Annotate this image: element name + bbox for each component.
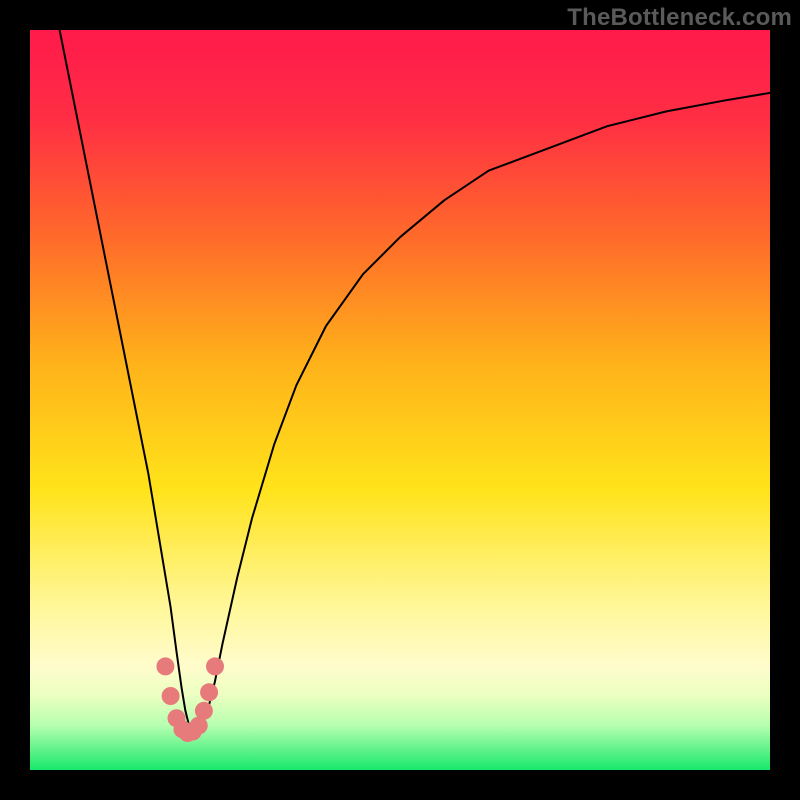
valley-highlight-point [195,702,213,720]
curve-layer [30,30,770,770]
watermark-text: TheBottleneck.com [567,4,792,32]
valley-highlight-point [162,687,180,705]
valley-highlight-point [206,657,224,675]
plot-area [30,30,770,770]
valley-highlight-point [200,683,218,701]
valley-highlight-point [156,657,174,675]
chart-frame: TheBottleneck.com [0,0,800,800]
bottleneck-curve [60,30,770,733]
